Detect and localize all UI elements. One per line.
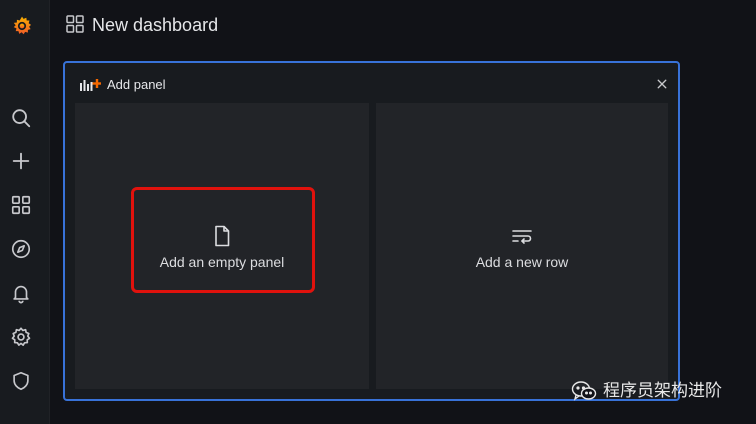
watermark-text: 程序员架构进阶 <box>603 381 722 400</box>
dialog-header: Add panel <box>79 77 166 93</box>
watermark: 程序员架构进阶 <box>571 380 722 402</box>
shield-icon[interactable] <box>9 369 33 393</box>
add-new-row-card[interactable]: Add a new row <box>376 103 668 389</box>
dashboards-grid-icon[interactable] <box>9 193 33 217</box>
sidebar <box>0 0 50 424</box>
page-title: New dashboard <box>92 15 219 35</box>
red-highlight-box <box>131 187 315 293</box>
grafana-logo-icon[interactable] <box>8 12 36 40</box>
add-new-row-label: Add a new row <box>475 254 569 270</box>
plus-icon[interactable] <box>9 149 33 173</box>
close-icon <box>657 79 667 89</box>
row-icon <box>512 230 532 244</box>
close-button[interactable] <box>655 77 669 91</box>
dashboard-grid-icon <box>66 15 84 33</box>
wechat-icon <box>571 381 597 401</box>
add-panel-icon <box>80 79 101 91</box>
compass-icon[interactable] <box>9 237 33 261</box>
dialog-title: Add panel <box>107 77 166 92</box>
search-icon[interactable] <box>9 106 33 130</box>
gear-icon[interactable] <box>9 325 33 349</box>
bell-icon[interactable] <box>9 281 33 305</box>
